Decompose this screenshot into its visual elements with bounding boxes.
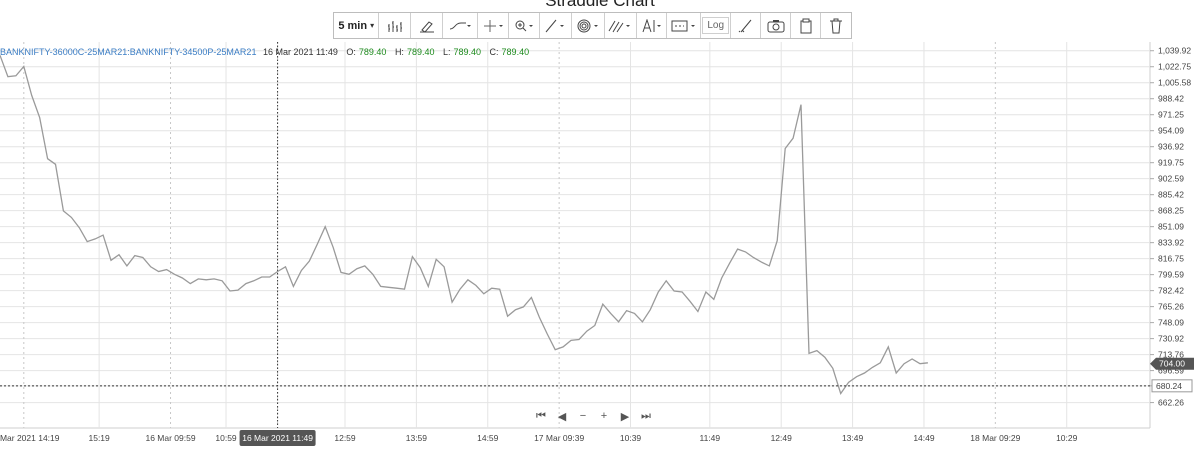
y-tick-label: 765.26 — [1158, 302, 1184, 312]
y-axis: 1,039.92 1,022.75 1,005.58 988.42 971.25 954.… — [1150, 46, 1191, 408]
y-tick-label: 851.09 — [1158, 222, 1184, 232]
x-tick-label: 14:49 — [913, 433, 935, 443]
skip-end-icon[interactable]: ⏭ — [640, 410, 652, 423]
chart-legend: BANKNIFTY-36000C-25MAR21:BANKNIFTY-34500… — [0, 47, 529, 57]
legend-close-label: C: — [489, 47, 499, 57]
y-tick-label: 936.92 — [1158, 142, 1184, 152]
x-tick-label: 15:19 — [88, 433, 110, 443]
legend-open-value: 789.40 — [358, 47, 387, 57]
legend-close-value: 789.40 — [501, 47, 530, 57]
y-tick-label: 868.25 — [1158, 206, 1184, 216]
x-tick-label: 10:39 — [620, 433, 642, 443]
x-tick-label: 11:49 — [700, 433, 721, 443]
x-axis: 15 Mar 2021 14:19 15:19 16 Mar 09:59 10:59 1… — [0, 433, 1078, 443]
x-tick-label: 18 Mar 09:29 — [970, 433, 1020, 443]
y-tick-label: 662.26 — [1158, 398, 1184, 408]
y-tick-label: 816.75 — [1158, 254, 1184, 264]
legend-datetime: 16 Mar 2021 11:49 — [262, 47, 338, 57]
scroll-left-icon[interactable]: ◀ — [556, 410, 568, 423]
y-tick-label: 782.42 — [1158, 286, 1184, 296]
x-tick-label: 13:49 — [842, 433, 864, 443]
x-tick-label: 10:29 — [1056, 433, 1078, 443]
y-tick-label: 1,039.92 — [1158, 46, 1191, 56]
legend-open-label: O: — [346, 47, 356, 57]
price-series-line — [0, 55, 928, 395]
x-tick-label: 10:59 — [215, 433, 237, 443]
x-tick-label: 13:59 — [406, 433, 428, 443]
scroll-right-icon[interactable]: ▶ — [619, 410, 631, 423]
y-tick-label: 954.09 — [1158, 126, 1184, 136]
y-tick-label: 730.92 — [1158, 334, 1184, 344]
y-tick-label: 919.75 — [1158, 158, 1184, 168]
chart-grid — [0, 42, 1151, 429]
legend-high-label: H: — [394, 47, 404, 57]
skip-start-icon[interactable]: ⏮ — [535, 410, 547, 423]
x-tick-label: 17 Mar 09:39 — [534, 433, 584, 443]
y-tick-label: 833.92 — [1158, 238, 1184, 248]
hline-label: 680.24 — [1156, 381, 1182, 391]
y-tick-label: 988.42 — [1158, 94, 1184, 104]
zoom-in-icon[interactable]: + — [598, 410, 610, 423]
x-tick-label: 12:49 — [771, 433, 793, 443]
zoom-out-icon[interactable]: − — [577, 410, 589, 423]
y-tick-label: 748.09 — [1158, 318, 1184, 328]
legend-low-value: 789.40 — [453, 47, 482, 57]
chart-canvas[interactable]: 1,039.92 1,022.75 1,005.58 988.42 971.25 954.… — [0, 0, 1200, 451]
y-tick-label: 971.25 — [1158, 110, 1184, 120]
x-tick-label: 12:59 — [334, 433, 356, 443]
legend-low-label: L: — [442, 47, 451, 57]
legend-high-value: 789.40 — [406, 47, 435, 57]
y-tick-label: 902.59 — [1158, 174, 1184, 184]
y-tick-label: 885.42 — [1158, 190, 1184, 200]
x-tick-label: 16 Mar 09:59 — [145, 433, 195, 443]
legend-symbol: BANKNIFTY-36000C-25MAR21:BANKNIFTY-34500… — [0, 47, 257, 57]
x-tick-label: 15 Mar 2021 14:19 — [0, 433, 60, 443]
y-tick-label: 1,005.58 — [1158, 78, 1191, 88]
y-tick-label: 1,022.75 — [1158, 62, 1191, 72]
y-tick-label: 799.59 — [1158, 270, 1184, 280]
last-price-label: 704.00 — [1159, 359, 1185, 369]
chart-navigation: ⏮ ◀ − + ▶ ⏭ — [535, 410, 652, 423]
crosshair-label: 16 Mar 2021 11:49 — [242, 433, 313, 443]
x-tick-label: 14:59 — [477, 433, 499, 443]
